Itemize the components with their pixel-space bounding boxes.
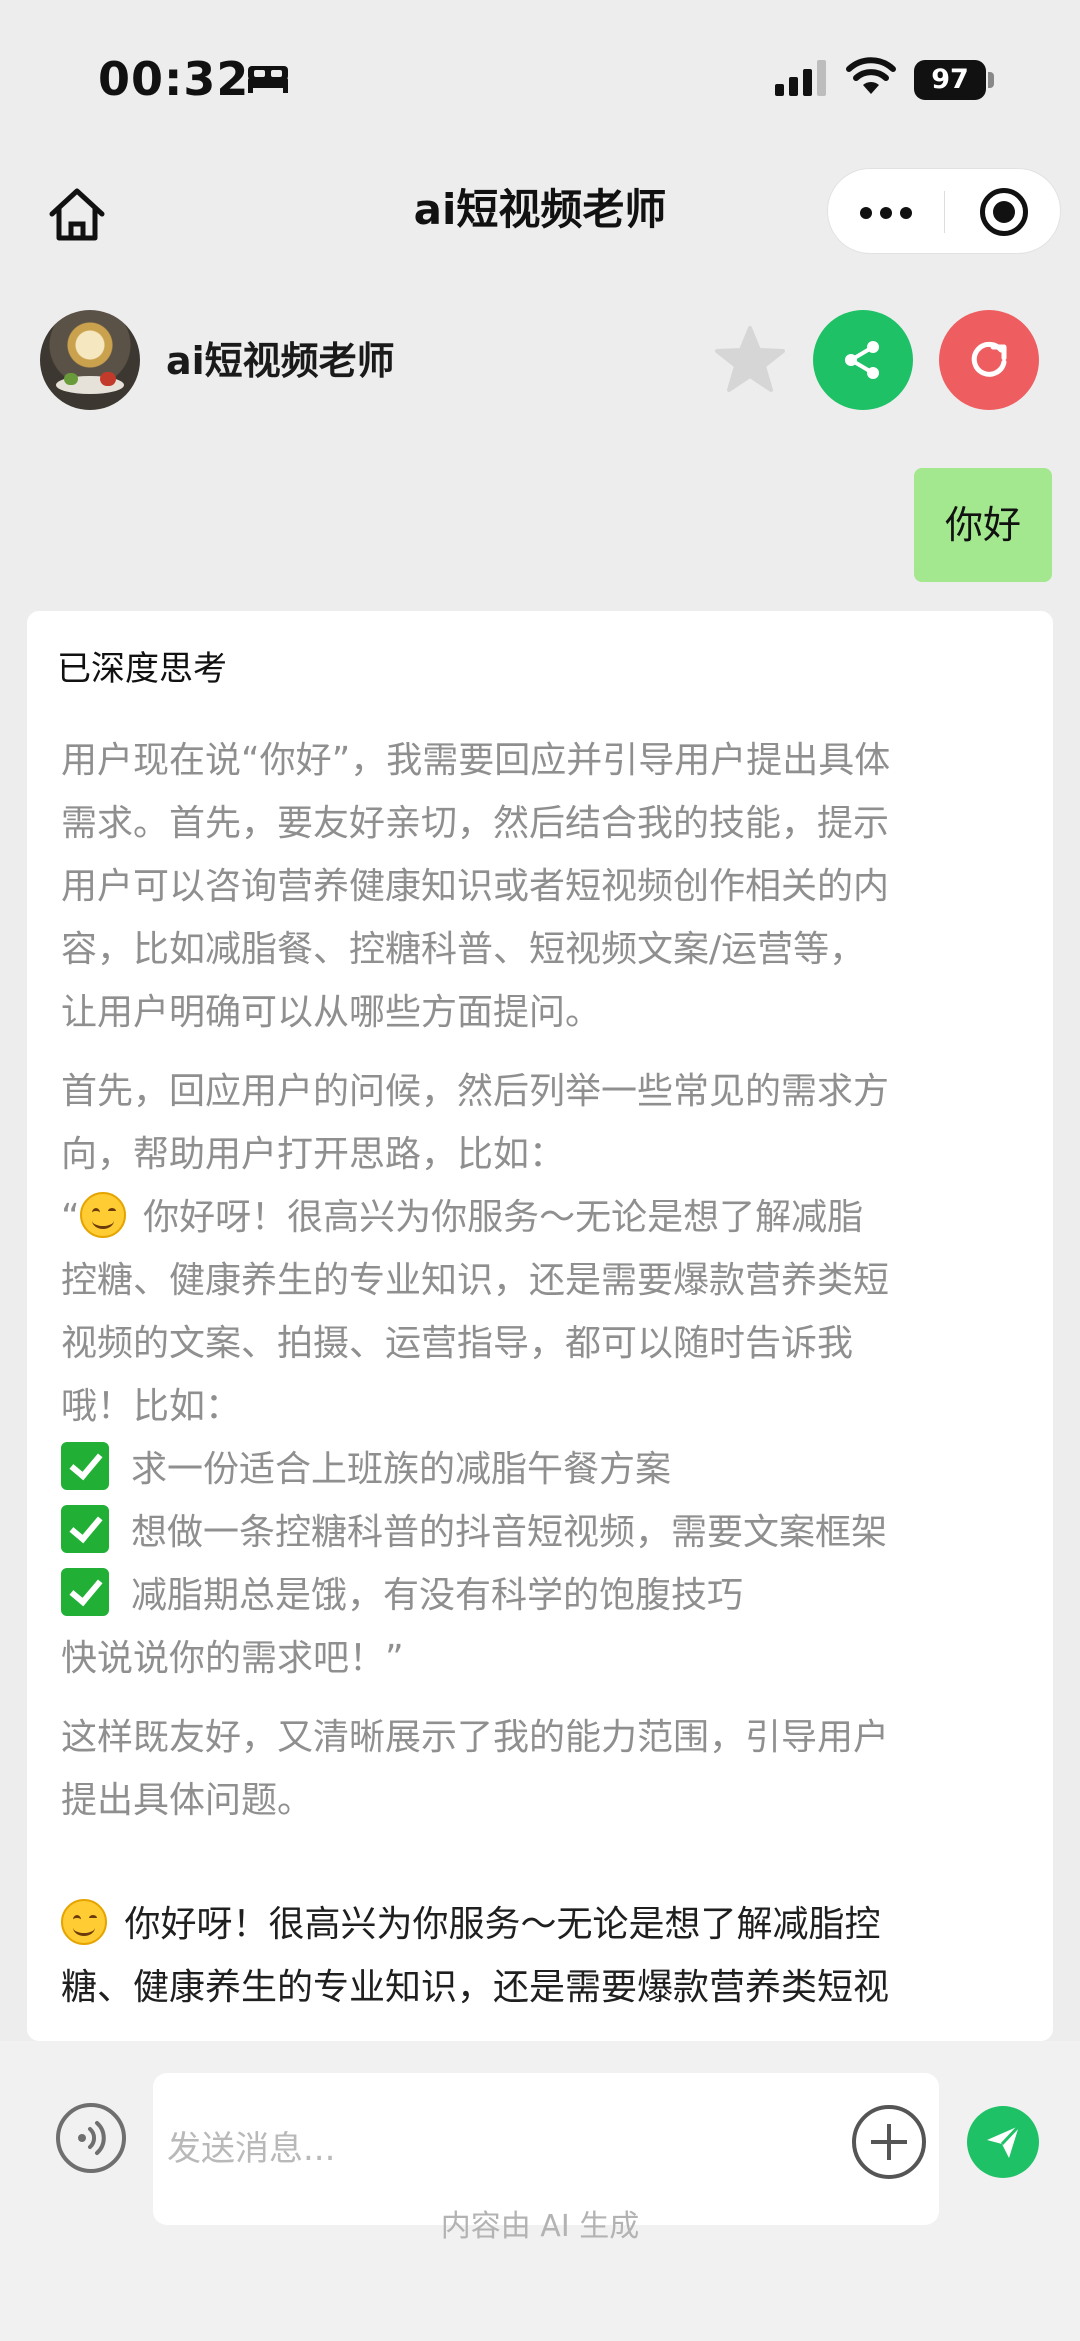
open-quote: “ bbox=[61, 1197, 80, 1238]
wifi-icon bbox=[846, 57, 896, 94]
check-mark-icon bbox=[61, 1505, 109, 1553]
send-button[interactable] bbox=[967, 2106, 1039, 2178]
thinking-content: 用户现在说“你好”，我需要回应并引导用户提出具体 需求。首先，要友好亲切，然后结… bbox=[61, 729, 1031, 1832]
share-button[interactable] bbox=[813, 310, 913, 410]
sleep-bed-icon bbox=[248, 66, 288, 93]
input-bar: 内容由 AI 生成 bbox=[0, 2041, 1080, 2341]
send-icon bbox=[987, 2124, 1021, 2158]
refresh-button[interactable] bbox=[939, 310, 1039, 410]
cellular-signal-icon bbox=[775, 60, 826, 96]
think-line: 需求。首先，要友好亲切，然后结合我的技能，提示 bbox=[61, 803, 890, 844]
think-line: 视频的文案、拍摄、运营指导，都可以随时告诉我 bbox=[61, 1323, 854, 1364]
think-line: 快说说你的需求吧！” bbox=[61, 1638, 404, 1679]
answer-line: 你好呀！很高兴为你服务～无论是想了解减脂控 bbox=[61, 1893, 1031, 1956]
think-line: 这样既友好，又清晰展示了我的能力范围，引导用户 bbox=[61, 1717, 890, 1758]
user-message-bubble[interactable]: 你好 bbox=[914, 468, 1052, 582]
checklist-item: 减脂期总是饿，有没有科学的饱腹技巧 bbox=[61, 1564, 1031, 1627]
checklist-item: 求一份适合上班族的减脂午餐方案 bbox=[61, 1438, 1031, 1501]
battery-icon: 97 bbox=[914, 60, 986, 100]
think-line-text: 你好呀！很高兴为你服务～无论是想了解减脂 bbox=[131, 1197, 864, 1238]
more-dots-icon[interactable] bbox=[828, 169, 944, 255]
share-icon bbox=[845, 341, 879, 379]
checklist-item: 想做一条控糖科普的抖音短视频，需要文案框架 bbox=[61, 1501, 1031, 1564]
think-line: 用户现在说“你好”，我需要回应并引导用户提出具体 bbox=[61, 740, 891, 781]
voice-button[interactable] bbox=[56, 2103, 126, 2173]
plus-icon[interactable] bbox=[852, 2105, 926, 2179]
think-line-quote: “ 你好呀！很高兴为你服务～无论是想了解减脂 bbox=[61, 1186, 1031, 1249]
page-title: ai短视频老师 bbox=[413, 185, 667, 234]
star-icon[interactable] bbox=[710, 320, 790, 400]
think-line: 向，帮助用户打开思路，比如： bbox=[61, 1134, 566, 1175]
checklist-text: 求一份适合上班族的减脂午餐方案 bbox=[131, 1449, 672, 1490]
ai-generated-note: 内容由 AI 生成 bbox=[440, 2209, 640, 2244]
mini-program-capsule bbox=[827, 168, 1061, 254]
bot-header: ai短视频老师 bbox=[0, 300, 1080, 420]
checklist-text: 想做一条控糖科普的抖音短视频，需要文案框架 bbox=[131, 1512, 888, 1553]
answer-content: 你好呀！很高兴为你服务～无论是想了解减脂控 糖、健康养生的专业知识，还是需要爆款… bbox=[61, 1893, 1031, 2019]
close-target-icon[interactable] bbox=[946, 169, 1062, 255]
bot-name: ai短视频老师 bbox=[166, 339, 395, 383]
refresh-icon bbox=[971, 341, 1007, 377]
answer-line: 糖、健康养生的专业知识，还是需要爆款营养类短视 bbox=[61, 1967, 890, 2008]
think-line: 提出具体问题。 bbox=[61, 1780, 314, 1821]
think-line: 首先，回应用户的问候，然后列举一些常见的需求方 bbox=[61, 1071, 890, 1112]
battery-cap bbox=[988, 72, 994, 88]
think-line: 让用户明确可以从哪些方面提问。 bbox=[61, 992, 602, 1033]
nav-bar: ai短视频老师 bbox=[0, 160, 1080, 260]
chat-screen: 00:32 97 ai短视频老师 ai短视频老师 你好 已深度思考 用户现在说“… bbox=[0, 0, 1080, 2341]
checklist-text: 减脂期总是饿，有没有科学的饱腹技巧 bbox=[131, 1575, 744, 1616]
smile-emoji-icon bbox=[79, 1192, 126, 1238]
check-mark-icon bbox=[61, 1442, 109, 1490]
capsule-divider bbox=[944, 191, 945, 233]
voice-icon bbox=[78, 2121, 106, 2155]
think-line: 哦！比如： bbox=[61, 1386, 242, 1427]
status-time: 00:32 bbox=[98, 52, 250, 106]
answer-line-text: 你好呀！很高兴为你服务～无论是想了解减脂控 bbox=[113, 1904, 881, 1945]
battery-level: 97 bbox=[931, 64, 969, 95]
check-mark-icon bbox=[61, 1568, 109, 1616]
avatar[interactable] bbox=[40, 310, 140, 410]
status-bar: 00:32 97 bbox=[0, 0, 1080, 150]
bot-message-card: 已深度思考 用户现在说“你好”，我需要回应并引导用户提出具体 需求。首先，要友好… bbox=[27, 611, 1053, 2041]
smile-emoji-icon bbox=[61, 1899, 107, 1945]
home-icon[interactable] bbox=[42, 180, 112, 250]
think-line: 控糖、健康养生的专业知识，还是需要爆款营养类短 bbox=[61, 1260, 890, 1301]
deep-thinking-label[interactable]: 已深度思考 bbox=[57, 641, 227, 690]
think-line: 容，比如减脂餐、控糖科普、短视频文案/运营等， bbox=[61, 929, 866, 970]
think-line: 用户可以咨询营养健康知识或者短视频创作相关的内 bbox=[61, 866, 890, 907]
